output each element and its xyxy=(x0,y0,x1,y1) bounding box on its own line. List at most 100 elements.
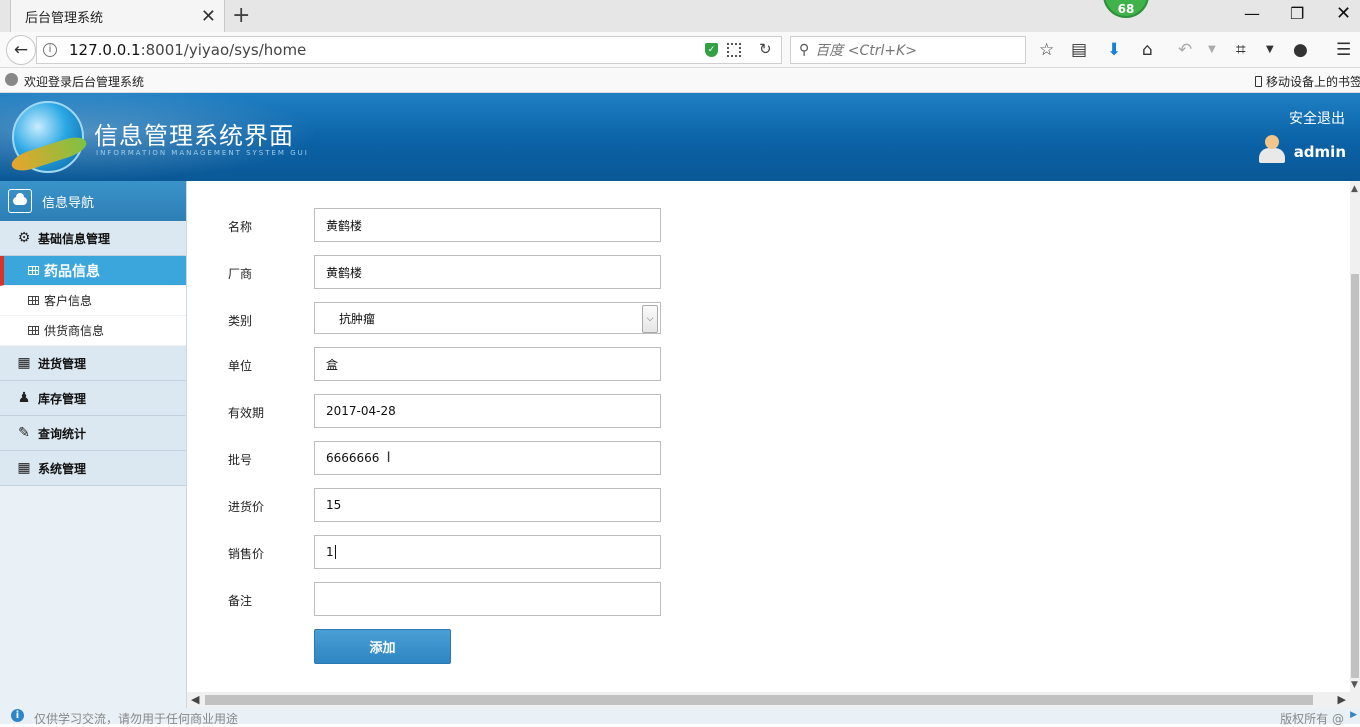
crop-icon[interactable]: ⌗ xyxy=(1236,40,1246,60)
restore-icon[interactable]: ❐ xyxy=(1290,4,1304,23)
bookmarks-bar: 欢迎登录后台管理系统 移动设备上的书签 xyxy=(0,68,1360,93)
undo-icon[interactable]: ↶ xyxy=(1178,40,1192,60)
url-text: 127.0.0.1:8001/yiyao/sys/home xyxy=(69,41,306,59)
back-arrow-icon[interactable]: ← xyxy=(6,35,36,65)
qr-code-icon[interactable] xyxy=(727,43,741,57)
sidebar-group-basic-info[interactable]: ⚙ 基础信息管理 xyxy=(0,221,186,256)
mobile-bookmarks[interactable]: 移动设备上的书签 xyxy=(1255,73,1360,90)
sidebar: 信息导航 ⚙ 基础信息管理 药品信息 客户信息 供货商信息 ▦ 进货管理 ♟ 库… xyxy=(0,181,187,708)
logout-link[interactable]: 安全退出 xyxy=(1289,108,1345,128)
reading-list-icon[interactable]: ▤ xyxy=(1071,40,1087,60)
search-icon: ⚲ xyxy=(799,42,810,58)
chat-icon[interactable]: ● xyxy=(1293,40,1308,60)
chevron-right-icon: ▶ xyxy=(1350,710,1357,720)
scroll-left-icon[interactable]: ◀ xyxy=(191,693,199,706)
horizontal-scrollbar[interactable]: ◀ ▶ xyxy=(187,692,1360,708)
vertical-scrollbar[interactable]: ▲ ▼ xyxy=(1350,181,1360,692)
field-label: 厂商 xyxy=(228,267,253,281)
sidebar-item-supplier-info[interactable]: 供货商信息 xyxy=(0,316,186,346)
shield-icon[interactable]: ✓ xyxy=(705,43,718,57)
select-value: 抗肿瘤 xyxy=(339,311,376,326)
purchase-price-field[interactable]: 15 xyxy=(314,488,661,522)
batch-number-field[interactable]: 6666666 I xyxy=(314,441,661,475)
app-subtitle: INFORMATION MANAGEMENT SYSTEM GUI xyxy=(96,149,309,157)
sidebar-group-inventory[interactable]: ♟ 库存管理 xyxy=(0,381,186,416)
field-value: 15 xyxy=(326,498,342,512)
sidebar-item-customer-info[interactable]: 客户信息 xyxy=(0,286,186,316)
text-cursor-icon: I xyxy=(386,450,391,466)
search-placeholder: 百度 <Ctrl+K> xyxy=(815,43,917,59)
form-row-remark: 备注 xyxy=(187,582,887,616)
field-label: 类别 xyxy=(228,314,253,328)
scroll-thumb[interactable] xyxy=(1351,274,1359,678)
home-icon[interactable]: ⌂ xyxy=(1142,40,1153,60)
new-tab-button[interactable]: + xyxy=(232,3,250,28)
chevron-down-icon[interactable]: ⌵ xyxy=(642,305,658,333)
form-row-batch: 批号 6666666 I xyxy=(187,441,887,475)
group-label: 查询统计 xyxy=(38,426,87,441)
minimize-icon[interactable]: — xyxy=(1244,4,1260,23)
name-field[interactable]: 黄鹤楼 xyxy=(314,208,661,242)
field-value: 黄鹤楼 xyxy=(326,265,363,280)
manufacturer-field[interactable]: 黄鹤楼 xyxy=(314,255,661,289)
sidebar-item-label: 供货商信息 xyxy=(44,324,105,338)
scroll-up-icon[interactable]: ▲ xyxy=(1351,184,1358,194)
info-icon: i xyxy=(11,709,24,722)
browser-tab-bar: 后台管理系统 ✕ + 68 — ❐ ✕ xyxy=(0,0,1360,32)
field-value: 1 xyxy=(326,545,334,559)
search-input[interactable]: ⚲ 百度 <Ctrl+K> xyxy=(790,36,1026,64)
field-label: 名称 xyxy=(228,220,253,234)
cloud-icon xyxy=(8,189,32,213)
menu-icon[interactable]: ☰ xyxy=(1336,40,1351,60)
main-content: 名称 黄鹤楼 厂商 黄鹤楼 类别 抗肿瘤 ⌵ 单位 盒 有效期 2017-04-… xyxy=(187,181,1350,692)
info-icon[interactable]: i xyxy=(43,43,57,57)
remark-field[interactable] xyxy=(314,582,661,616)
app-title: 信息管理系统界面 xyxy=(94,122,294,150)
close-tab-icon[interactable]: ✕ xyxy=(201,6,216,27)
footer-notice: 仅供学习交流，请勿用于任何商业用途 xyxy=(34,712,239,726)
expiry-date-field[interactable]: 2017-04-28 xyxy=(314,394,661,428)
gears-icon: ⚙ xyxy=(17,230,31,246)
sidebar-group-purchase[interactable]: ▦ 进货管理 xyxy=(0,346,186,381)
table-icon xyxy=(28,326,39,335)
address-bar[interactable]: i 127.0.0.1:8001/yiyao/sys/home ✓ ↻ xyxy=(36,36,782,64)
browser-tab[interactable]: 后台管理系统 ✕ xyxy=(10,0,225,32)
sidebar-group-system[interactable]: ▦ 系统管理 xyxy=(0,451,186,486)
username[interactable]: admin xyxy=(1294,143,1346,161)
form-row-category: 类别 抗肿瘤 ⌵ xyxy=(187,302,887,336)
sidebar-item-label: 药品信息 xyxy=(44,263,100,280)
table-icon xyxy=(28,296,39,305)
sidebar-group-query-stats[interactable]: ✎ 查询统计 xyxy=(0,416,186,451)
undo-dropdown-icon[interactable]: ▼ xyxy=(1208,44,1216,55)
add-button[interactable]: 添加 xyxy=(314,629,451,664)
text-caret xyxy=(334,545,336,559)
bookmark-welcome[interactable]: 欢迎登录后台管理系统 xyxy=(24,73,144,90)
crop-dropdown-icon[interactable]: ▼ xyxy=(1266,44,1274,55)
star-bookmark-icon[interactable]: ☆ xyxy=(1039,40,1054,60)
form-row-sale-price: 销售价 1 xyxy=(187,535,887,569)
scroll-down-icon[interactable]: ▼ xyxy=(1351,680,1358,690)
field-label: 进货价 xyxy=(228,500,265,514)
sale-price-field[interactable]: 1 xyxy=(314,535,661,569)
unit-field[interactable]: 盒 xyxy=(314,347,661,381)
field-value: 2017-04-28 xyxy=(326,404,396,418)
category-select[interactable]: 抗肿瘤 ⌵ xyxy=(314,302,661,334)
field-value: 黄鹤楼 xyxy=(326,218,363,233)
scroll-thumb[interactable] xyxy=(205,695,1313,705)
notification-badge[interactable]: 68 xyxy=(1103,0,1149,18)
sidebar-header[interactable]: 信息导航 xyxy=(0,181,186,221)
globe-icon xyxy=(5,73,18,86)
window-close-icon[interactable]: ✕ xyxy=(1336,3,1351,24)
app-header: 信息管理系统界面 INFORMATION MANAGEMENT SYSTEM G… xyxy=(0,93,1360,181)
download-icon[interactable]: ⬇ xyxy=(1107,40,1121,60)
footer-copyright: 版权所有 @ xyxy=(1280,712,1344,726)
sidebar-item-drug-info[interactable]: 药品信息 xyxy=(0,256,186,286)
sidebar-item-label: 客户信息 xyxy=(44,294,93,308)
avatar xyxy=(1258,133,1286,163)
form-row-manufacturer: 厂商 黄鹤楼 xyxy=(187,255,887,289)
scroll-right-icon[interactable]: ▶ xyxy=(1338,693,1346,706)
form-row-name: 名称 黄鹤楼 xyxy=(187,208,887,242)
calendar-icon: ▦ xyxy=(17,460,31,476)
field-label: 销售价 xyxy=(228,547,265,561)
reload-icon[interactable]: ↻ xyxy=(759,40,772,58)
